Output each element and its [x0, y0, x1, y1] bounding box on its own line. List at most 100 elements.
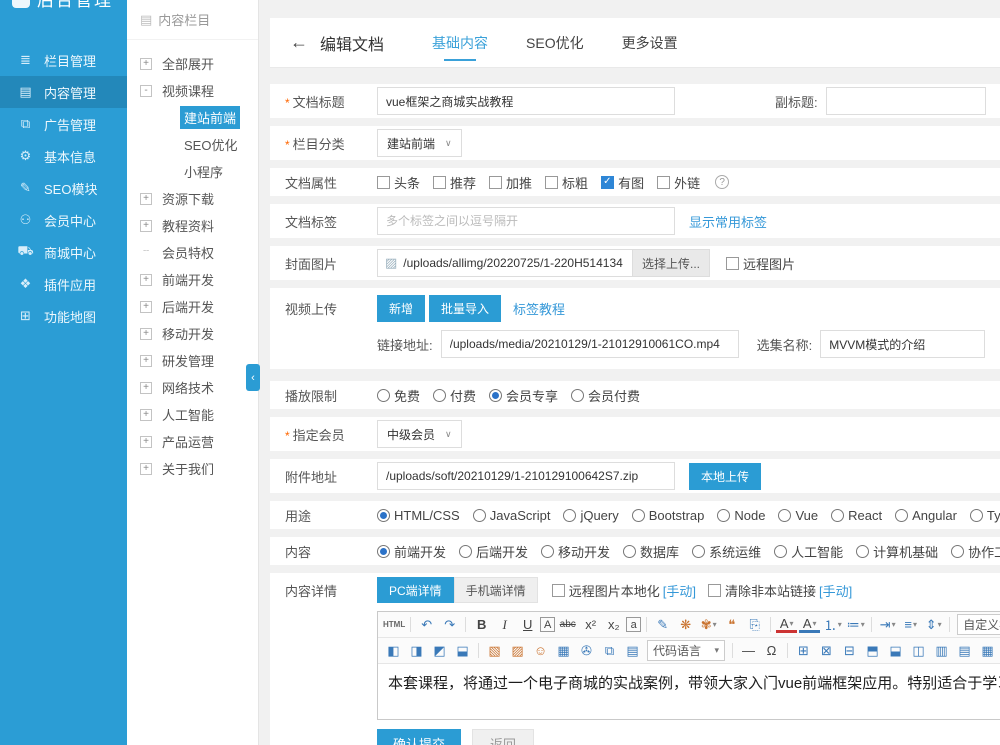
detail-tab[interactable]: PC端详情 — [377, 577, 454, 603]
radio[interactable] — [473, 509, 486, 522]
superscript-icon[interactable]: x² — [580, 614, 601, 635]
editor-toolbar-item[interactable] — [787, 643, 788, 658]
tree-expander-icon[interactable]: + — [140, 382, 152, 394]
underline-icon[interactable]: U — [517, 614, 538, 635]
attr-checkbox-option[interactable]: 头条 — [377, 173, 420, 192]
radio[interactable] — [489, 389, 502, 402]
content-radio-option[interactable]: 人工智能 — [774, 542, 843, 561]
detail-tab[interactable]: 手机端详情 — [454, 577, 538, 603]
content-radio-option[interactable]: 计算机基础 — [856, 542, 938, 561]
tree-item[interactable]: 小程序 — [127, 158, 258, 185]
radio[interactable] — [541, 545, 554, 558]
checkbox[interactable] — [377, 176, 390, 189]
undo-icon[interactable]: ↶ — [416, 614, 437, 635]
insert-row-above-icon[interactable]: ⬒ — [862, 640, 883, 661]
line-height-icon[interactable]: ⇕ — [923, 614, 944, 635]
checkbox[interactable] — [726, 257, 739, 270]
confirm-submit-button[interactable]: 确认提交 — [377, 729, 461, 745]
subscript-icon[interactable]: x₂ — [603, 614, 624, 635]
radio[interactable] — [692, 545, 705, 558]
editor-toolbar-item[interactable] — [949, 617, 950, 632]
tree-item-label[interactable]: 网络技术 — [158, 376, 218, 399]
sidebar-item[interactable]: ⛟ 商城中心 — [0, 236, 127, 268]
editor-toolbar-item[interactable] — [732, 643, 733, 658]
usage-radio-option[interactable]: React — [831, 508, 882, 523]
radio[interactable] — [831, 509, 844, 522]
radio[interactable] — [563, 509, 576, 522]
play-limit-radio-option[interactable]: 会员付费 — [571, 386, 640, 405]
usage-radio-option[interactable]: Bootstrap — [632, 508, 705, 523]
blockquote-icon[interactable]: ❝ — [721, 614, 742, 635]
checkbox[interactable] — [657, 176, 670, 189]
tree-item[interactable]: - 视频课程 — [127, 77, 258, 104]
tree-item-label[interactable]: 后端开发 — [158, 295, 218, 318]
batch-import-button[interactable]: 批量导入 — [429, 295, 501, 322]
content-radio-option[interactable]: 后端开发 — [459, 542, 528, 561]
detail-check-option[interactable]: 远程图片本地化 [手动] — [552, 581, 696, 600]
page-tab[interactable]: 更多设置 — [622, 18, 678, 68]
checkbox[interactable] — [601, 176, 614, 189]
subtitle-input[interactable] — [826, 87, 986, 115]
tree-item[interactable]: + 后端开发 — [127, 293, 258, 320]
radio[interactable] — [951, 545, 964, 558]
insert-video-icon[interactable]: ▦ — [553, 640, 574, 661]
usage-radio-option[interactable]: JavaScript — [473, 508, 551, 523]
strikethrough-icon[interactable]: abc — [557, 614, 578, 635]
manual-link[interactable]: [手动] — [663, 581, 696, 600]
usage-radio-option[interactable]: Vue — [778, 508, 818, 523]
choose-upload-button[interactable]: 选择上传... — [633, 249, 710, 277]
attachment-input[interactable] — [377, 462, 675, 490]
radio[interactable] — [970, 509, 983, 522]
radio[interactable] — [856, 545, 869, 558]
tree-item[interactable]: + 网络技术 — [127, 374, 258, 401]
unordered-list-icon[interactable]: ≔ — [845, 614, 866, 635]
member-level-select[interactable]: 中级会员 ∨ — [377, 420, 462, 448]
insert-col-icon[interactable]: ◫ — [908, 640, 929, 661]
radio[interactable] — [377, 389, 390, 402]
play-limit-radio-option[interactable]: 付费 — [433, 386, 476, 405]
radio[interactable] — [632, 509, 645, 522]
tree-item[interactable]: SEO优化 — [127, 131, 258, 158]
checkbox[interactable] — [433, 176, 446, 189]
radio[interactable] — [571, 389, 584, 402]
insert-table-icon[interactable]: ⊞ — [793, 640, 814, 661]
radio[interactable] — [377, 545, 390, 558]
italic-icon[interactable]: I — [494, 614, 515, 635]
tree-expander-icon[interactable]: + — [140, 463, 152, 475]
tree-expander-icon[interactable]: + — [140, 58, 152, 70]
clear-format-icon[interactable]: ❋ — [675, 614, 696, 635]
paste-icon[interactable]: ⎘ — [744, 614, 765, 635]
tree-item-label[interactable]: SEO优化 — [180, 133, 241, 156]
delete-row-icon[interactable]: ▤ — [954, 640, 975, 661]
tree-item-label[interactable]: 研发管理 — [158, 349, 218, 372]
image-manager-icon[interactable]: ⧉ — [599, 640, 620, 661]
radio[interactable] — [377, 509, 390, 522]
tree-item-label[interactable]: 全部展开 — [158, 52, 218, 75]
editor-toolbar-item[interactable] — [871, 617, 872, 632]
horizontal-rule-icon[interactable]: — — [738, 640, 759, 661]
usage-radio-option[interactable]: Node — [717, 508, 765, 523]
insert-row-below-icon[interactable]: ⬓ — [885, 640, 906, 661]
editor-toolbar-item[interactable] — [770, 617, 771, 632]
tree-item-label[interactable]: 小程序 — [180, 160, 227, 183]
merge-cells-icon[interactable]: ▦ — [977, 640, 998, 661]
page-tab[interactable]: 基础内容 — [432, 18, 488, 68]
tree-item-label[interactable]: 产品运营 — [158, 430, 218, 453]
tree-item[interactable]: + 产品运营 — [127, 428, 258, 455]
delete-col-icon[interactable]: ▥ — [931, 640, 952, 661]
tree-item-label[interactable]: 视频课程 — [158, 79, 218, 102]
sidebar-item[interactable]: ⚙ 基本信息 — [0, 140, 127, 172]
bg-color-icon[interactable]: A — [799, 616, 820, 633]
tree-item-label[interactable]: 移动开发 — [158, 322, 218, 345]
special-char-icon[interactable]: Ω — [761, 640, 782, 661]
tree-expander-icon[interactable] — [162, 112, 174, 124]
emoji-icon[interactable]: ☺ — [530, 640, 551, 661]
checkbox[interactable] — [489, 176, 502, 189]
tree-item-label[interactable]: 关于我们 — [158, 457, 218, 480]
insert-note-icon[interactable]: ▤ — [622, 640, 643, 661]
radio[interactable] — [895, 509, 908, 522]
sidebar-item[interactable]: ▤ 内容管理 — [0, 76, 127, 108]
tree-item[interactable]: + 全部展开 — [127, 50, 258, 77]
upload-image-icon[interactable]: ▨ — [507, 640, 528, 661]
tree-item[interactable]: + 教程资料 — [127, 212, 258, 239]
